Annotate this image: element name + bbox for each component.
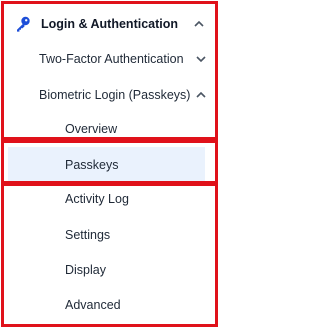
nav-subitem-label: Overview xyxy=(65,122,118,136)
nav-subitem-passkeys-selected[interactable]: Passkeys xyxy=(8,147,205,183)
nav-item-label: Settings xyxy=(65,228,111,242)
nav-item-label: Activity Log xyxy=(65,192,129,206)
nav-item-display[interactable]: Display xyxy=(4,253,215,287)
key-icon xyxy=(14,15,32,33)
nav-item-label: Biometric Login (Passkeys) xyxy=(39,88,191,102)
settings-nav: Login & Authentication Two-Factor Authen… xyxy=(0,0,219,328)
nav-item-advanced[interactable]: Advanced xyxy=(4,288,215,322)
nav-item-label: Display xyxy=(65,263,106,277)
nav-item-two-factor-authentication[interactable]: Two-Factor Authentication xyxy=(4,42,215,76)
chevron-down-icon[interactable] xyxy=(195,53,207,65)
nav-section-label: Login & Authentication xyxy=(41,17,179,31)
chevron-up-icon[interactable] xyxy=(193,18,205,30)
nav-subitem-label: Passkeys xyxy=(65,158,119,172)
nav-item-settings[interactable]: Settings xyxy=(4,218,215,252)
nav-item-biometric-login[interactable]: Biometric Login (Passkeys) xyxy=(4,78,215,112)
chevron-up-icon[interactable] xyxy=(195,89,207,101)
nav-section-login-authentication[interactable]: Login & Authentication xyxy=(4,6,215,42)
nav-item-label: Two-Factor Authentication xyxy=(39,52,184,66)
nav-subitem-overview[interactable]: Overview xyxy=(4,112,215,146)
nav-item-label: Advanced xyxy=(65,298,121,312)
nav-item-activity-log[interactable]: Activity Log xyxy=(4,182,215,216)
